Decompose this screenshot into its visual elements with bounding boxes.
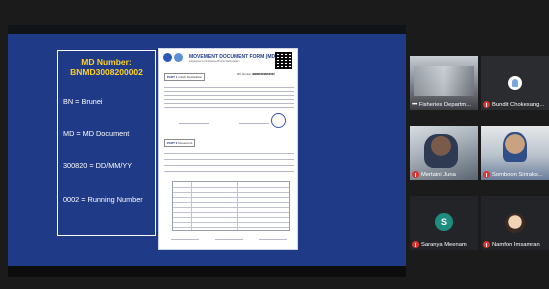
participant-name: Fisheries Departm... — [418, 101, 471, 108]
participant-name-tag: Saranya Meenam — [410, 239, 469, 250]
part2-label: PART 2 — [167, 141, 178, 145]
qr-code-icon — [275, 52, 292, 69]
part1-title: Catch Declaration — [178, 75, 203, 79]
participant-video — [503, 132, 527, 162]
info-line-brunei: BN = Brunei — [63, 97, 103, 106]
part2-heading: PART 2 Movement — [164, 139, 196, 147]
signature-line — [239, 123, 269, 124]
divider — [164, 95, 294, 96]
md-number-value: BNMD3008200002 — [252, 73, 275, 76]
divider — [164, 153, 294, 154]
divider — [164, 87, 294, 88]
fisheries-logo-icon — [174, 53, 183, 62]
participant-name-tag: ••• Fisheries Departm... — [410, 99, 473, 110]
participant-video — [414, 66, 474, 96]
divider — [164, 91, 294, 92]
info-line-date: 300820 = DD/MM/YY — [63, 161, 133, 170]
species-table — [172, 181, 290, 231]
signature-line — [215, 239, 243, 240]
participant-tile[interactable]: Bundit Chokesang... — [481, 56, 549, 110]
md-number-field: MD Number: BNMD3008200002 — [237, 73, 275, 76]
participant-initial-avatar: S — [435, 213, 453, 231]
participant-tile[interactable]: Somboon Siriraks... — [481, 126, 549, 180]
divider — [164, 165, 294, 166]
divider — [164, 99, 294, 100]
info-line-md: MD = MD Document — [63, 129, 130, 138]
participant-tile[interactable]: S Saranya Meenam — [410, 196, 478, 250]
divider — [164, 103, 294, 104]
md-number-info-box: MD Number: BNMD3008200002 BN = Brunei MD… — [57, 50, 156, 236]
participant-name: Mertaini Juna — [421, 171, 456, 178]
md-number-title-line2: BNMD3008200002 — [70, 67, 143, 77]
participant-name: Somboon Siriraks... — [492, 171, 543, 178]
divider — [164, 159, 294, 160]
document-subtitle: Department of Fisheries Brunei Darussala… — [189, 60, 240, 63]
participant-name: Saranya Meenam — [421, 241, 467, 248]
participant-name: Bundit Chokesang... — [492, 101, 545, 108]
participant-name-tag: Namfon Imsamran — [481, 239, 542, 250]
shared-screen-top-bar — [8, 25, 406, 34]
part1-heading: PART 1 Catch Declaration — [164, 73, 206, 81]
more-options-icon[interactable]: ••• — [412, 102, 417, 108]
brunei-emblem-icon — [163, 53, 172, 62]
signature-line — [259, 239, 287, 240]
divider — [164, 171, 294, 172]
mic-muted-icon — [483, 171, 490, 178]
participant-initial: S — [440, 217, 447, 227]
mic-muted-icon — [483, 101, 490, 108]
participant-avatar — [505, 213, 525, 233]
mic-muted-icon — [412, 241, 419, 248]
shared-screen-bottom-bar — [8, 266, 406, 277]
signature-line — [179, 123, 209, 124]
signature-line — [171, 239, 199, 240]
mic-muted-icon — [412, 171, 419, 178]
participant-tile[interactable]: Mertaini Juna — [410, 126, 478, 180]
movement-document-preview: MOVEMENT DOCUMENT FORM (MD) Department o… — [158, 48, 298, 250]
divider — [164, 107, 294, 108]
shared-screen: MD Number: BNMD3008200002 BN = Brunei MD… — [8, 34, 406, 277]
participant-name-tag: Mertaini Juna — [410, 169, 458, 180]
mic-muted-icon — [483, 241, 490, 248]
info-line-running: 0002 = Running Number — [63, 195, 143, 204]
zoom-meeting-window: MD Number: BNMD3008200002 BN = Brunei MD… — [0, 0, 549, 289]
participant-name-tag: Bundit Chokesang... — [481, 99, 546, 110]
official-stamp-icon — [271, 113, 286, 128]
participant-name-tag: Somboon Siriraks... — [481, 169, 545, 180]
participant-avatar — [508, 76, 522, 90]
part2-title: Movement — [178, 141, 193, 145]
part1-label: PART 1 — [167, 75, 178, 79]
md-number-field-label: MD Number — [237, 73, 251, 76]
participant-tile[interactable]: Namfon Imsamran — [481, 196, 549, 250]
participant-name: Namfon Imsamran — [492, 241, 540, 248]
md-number-title: MD Number: BNMD3008200002 — [58, 57, 155, 77]
md-number-title-line1: MD Number: — [81, 57, 132, 67]
participant-tile[interactable]: ••• Fisheries Departm... — [410, 56, 478, 110]
participant-video — [424, 134, 458, 168]
